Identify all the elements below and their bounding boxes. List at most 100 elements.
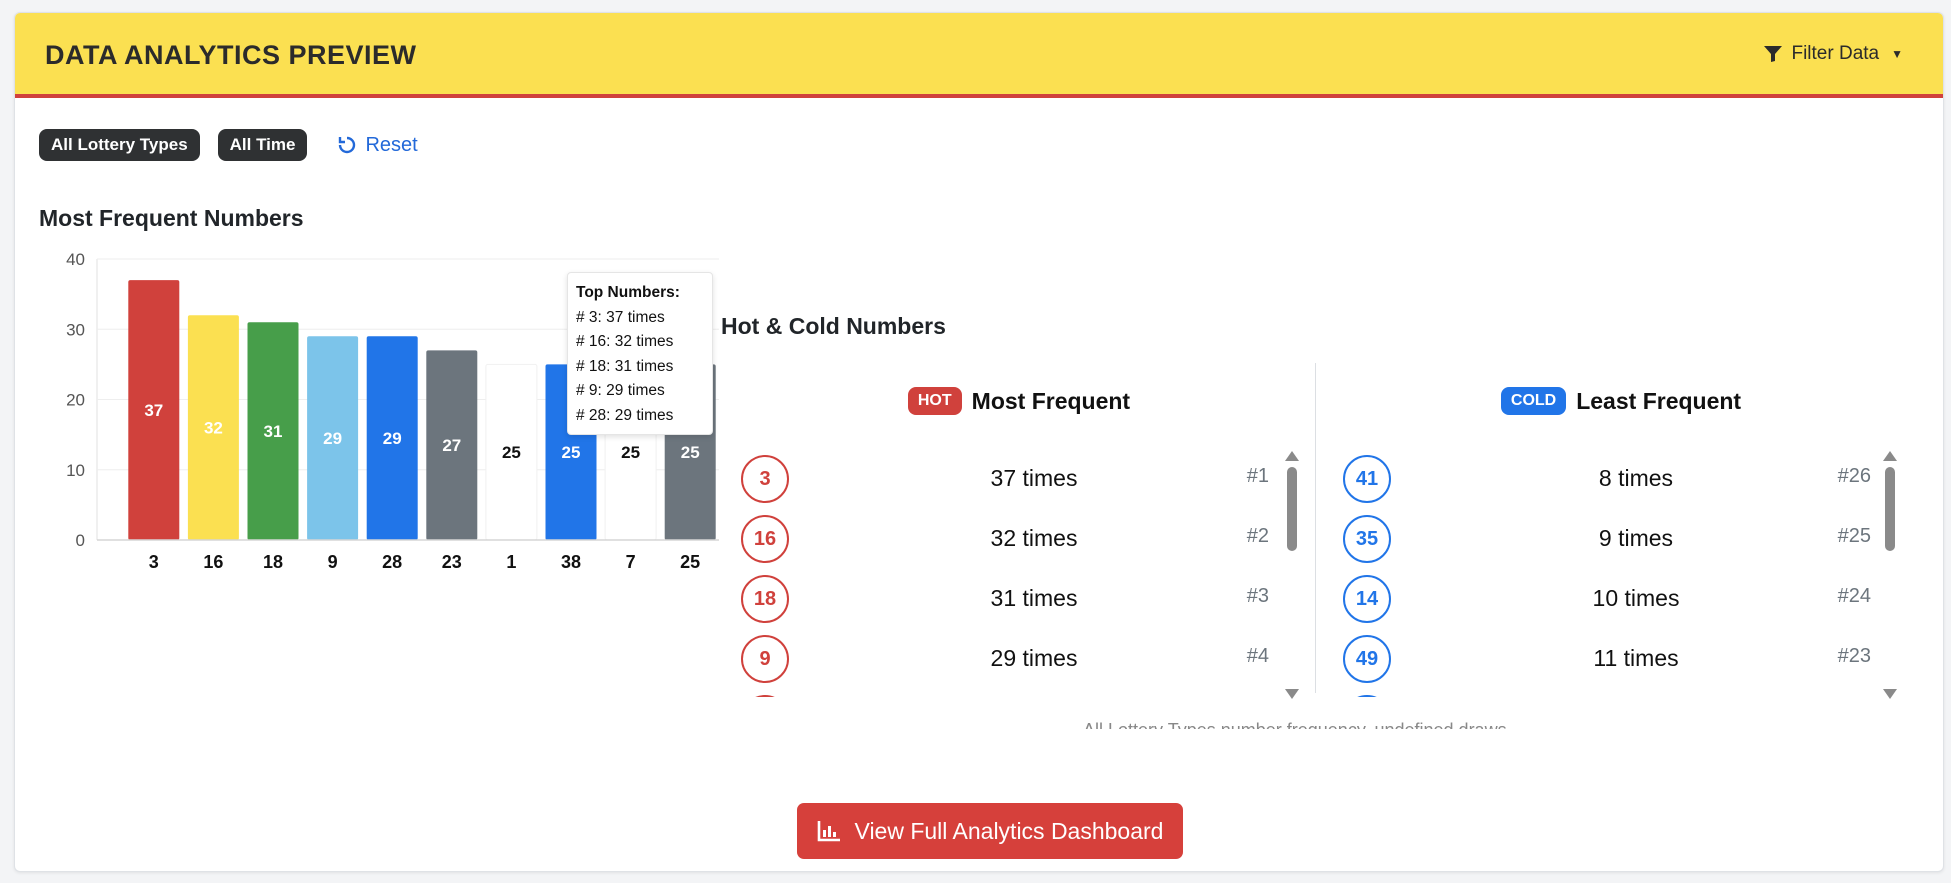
y-tick-label: 10 <box>66 461 85 480</box>
tooltip-line: # 3: 37 times <box>576 308 665 326</box>
list-item: 3 37 times #1 <box>729 449 1289 509</box>
rank-label: #3 <box>1246 585 1269 607</box>
view-full-dashboard-label: View Full Analytics Dashboard <box>854 817 1164 844</box>
scroll-up-arrow-icon[interactable] <box>1883 451 1897 461</box>
number-ball: 18 <box>741 575 789 623</box>
times-label: 37 times <box>990 465 1078 491</box>
data-label: 25 <box>502 443 521 462</box>
chart-tooltip: Top Numbers: # 3: 37 times # 16: 32 time… <box>567 272 713 435</box>
hot-numbers-panel: HOT Most Frequent 3 37 times #1 16 32 ti… <box>729 363 1309 703</box>
list-item: 16 32 times #2 <box>729 509 1289 569</box>
time-range-badge[interactable]: All Time <box>217 129 308 161</box>
analytics-preview-card: DATA ANALYTICS PREVIEW Filter Data ▼ All… <box>14 12 1944 872</box>
rank-label: #2 <box>1246 525 1269 547</box>
data-label: 27 <box>442 436 461 455</box>
list-item: 9 29 times #4 <box>729 629 1289 689</box>
cold-list-scrollbar[interactable] <box>1883 451 1897 699</box>
cold-panel-header: COLD Least Frequent <box>1331 387 1911 415</box>
times-label: 9 times <box>1598 525 1674 551</box>
cold-numbers-list[interactable]: 41 8 times #26 35 9 times #25 14 10 time… <box>1331 449 1891 697</box>
filter-data-button[interactable]: Filter Data ▼ <box>1763 43 1903 65</box>
number-ball-partial <box>1343 695 1391 697</box>
y-tick-label: 20 <box>66 391 85 410</box>
data-label: 25 <box>562 443 581 462</box>
reset-label: Reset <box>365 133 418 156</box>
tooltip-line: # 18: 31 times <box>576 357 674 375</box>
data-label: 32 <box>204 419 223 438</box>
reset-icon <box>339 136 356 154</box>
number-ball: 3 <box>741 455 789 503</box>
x-tick-label: 18 <box>263 552 283 572</box>
x-tick-label: 3 <box>149 552 159 572</box>
list-item: 41 8 times #26 <box>1331 449 1891 509</box>
hot-numbers-list[interactable]: 3 37 times #1 16 32 times #2 18 31 times… <box>729 449 1289 697</box>
times-label: 10 times <box>1592 585 1680 611</box>
chevron-down-icon: ▼ <box>1891 47 1903 61</box>
x-tick-label: 38 <box>561 552 581 572</box>
scroll-down-arrow-icon[interactable] <box>1883 689 1897 699</box>
scroll-up-arrow-icon[interactable] <box>1285 451 1299 461</box>
cold-panel-label: Least Frequent <box>1576 387 1742 414</box>
panel-divider <box>1315 363 1316 693</box>
scroll-thumb[interactable] <box>1287 467 1297 551</box>
page-title: DATA ANALYTICS PREVIEW <box>45 40 417 70</box>
number-ball: 49 <box>1343 635 1391 683</box>
rank-label: #24 <box>1837 585 1871 607</box>
scroll-down-arrow-icon[interactable] <box>1285 689 1299 699</box>
data-label: 37 <box>144 401 163 420</box>
card-header: DATA ANALYTICS PREVIEW Filter Data ▼ <box>15 13 1943 98</box>
times-label: 11 times <box>1593 645 1679 671</box>
reset-button[interactable]: Reset <box>337 133 418 157</box>
data-label: 25 <box>681 443 700 462</box>
list-item <box>729 689 1289 697</box>
number-ball: 14 <box>1343 575 1391 623</box>
data-label: 29 <box>323 429 342 448</box>
tooltip-line: # 9: 29 times <box>576 382 665 399</box>
cold-badge: COLD <box>1500 387 1567 415</box>
list-item: 14 10 times #24 <box>1331 569 1891 629</box>
chart-icon <box>817 821 840 842</box>
x-tick-label: 23 <box>442 552 462 572</box>
scroll-thumb[interactable] <box>1885 467 1895 551</box>
x-tick-label: 9 <box>328 552 338 572</box>
times-label: 8 times <box>1598 465 1674 491</box>
frequency-caption: All Lottery Types number frequency, unde… <box>1083 715 1583 729</box>
data-label: 29 <box>383 429 402 448</box>
x-tick-label: 25 <box>680 552 700 572</box>
times-label: 32 times <box>990 525 1078 551</box>
rank-label: #23 <box>1837 645 1871 667</box>
number-ball: 35 <box>1343 515 1391 563</box>
hot-badge: HOT <box>907 387 962 415</box>
tooltip-title: Top Numbers: <box>576 284 680 301</box>
list-item: 18 31 times #3 <box>729 569 1289 629</box>
x-tick-label: 1 <box>506 552 516 572</box>
rank-label: #26 <box>1837 465 1871 487</box>
times-label: 29 times <box>990 645 1078 671</box>
number-ball-partial <box>741 695 789 697</box>
y-tick-label: 0 <box>76 531 85 550</box>
lottery-type-badge[interactable]: All Lottery Types <box>39 129 200 161</box>
list-item: 35 9 times #25 <box>1331 509 1891 569</box>
y-tick-label: 30 <box>66 320 85 339</box>
hot-panel-label: Most Frequent <box>971 387 1131 414</box>
hot-panel-header: HOT Most Frequent <box>729 387 1309 415</box>
cold-numbers-panel: COLD Least Frequent 41 8 times #26 35 9 … <box>1331 363 1911 703</box>
list-item <box>1331 689 1891 697</box>
tooltip-line: # 28: 29 times <box>576 406 674 424</box>
tooltip-line: # 16: 32 times <box>576 333 674 350</box>
rank-label: #4 <box>1246 645 1269 667</box>
hot-list-scrollbar[interactable] <box>1285 451 1299 699</box>
filter-data-label: Filter Data <box>1791 43 1880 64</box>
filter-icon <box>1764 46 1783 62</box>
rank-label: #25 <box>1837 525 1871 547</box>
list-item: 49 11 times #23 <box>1331 629 1891 689</box>
x-tick-label: 28 <box>382 552 402 572</box>
x-tick-label: 7 <box>626 552 636 572</box>
data-label: 31 <box>264 422 283 441</box>
x-tick-label: 16 <box>203 552 223 572</box>
active-filters: All Lottery Types All Time Reset <box>39 129 418 161</box>
view-full-dashboard-button[interactable]: View Full Analytics Dashboard <box>797 803 1183 859</box>
most-frequent-title: Most Frequent Numbers <box>39 205 304 231</box>
number-ball: 41 <box>1343 455 1391 503</box>
number-ball: 16 <box>741 515 789 563</box>
